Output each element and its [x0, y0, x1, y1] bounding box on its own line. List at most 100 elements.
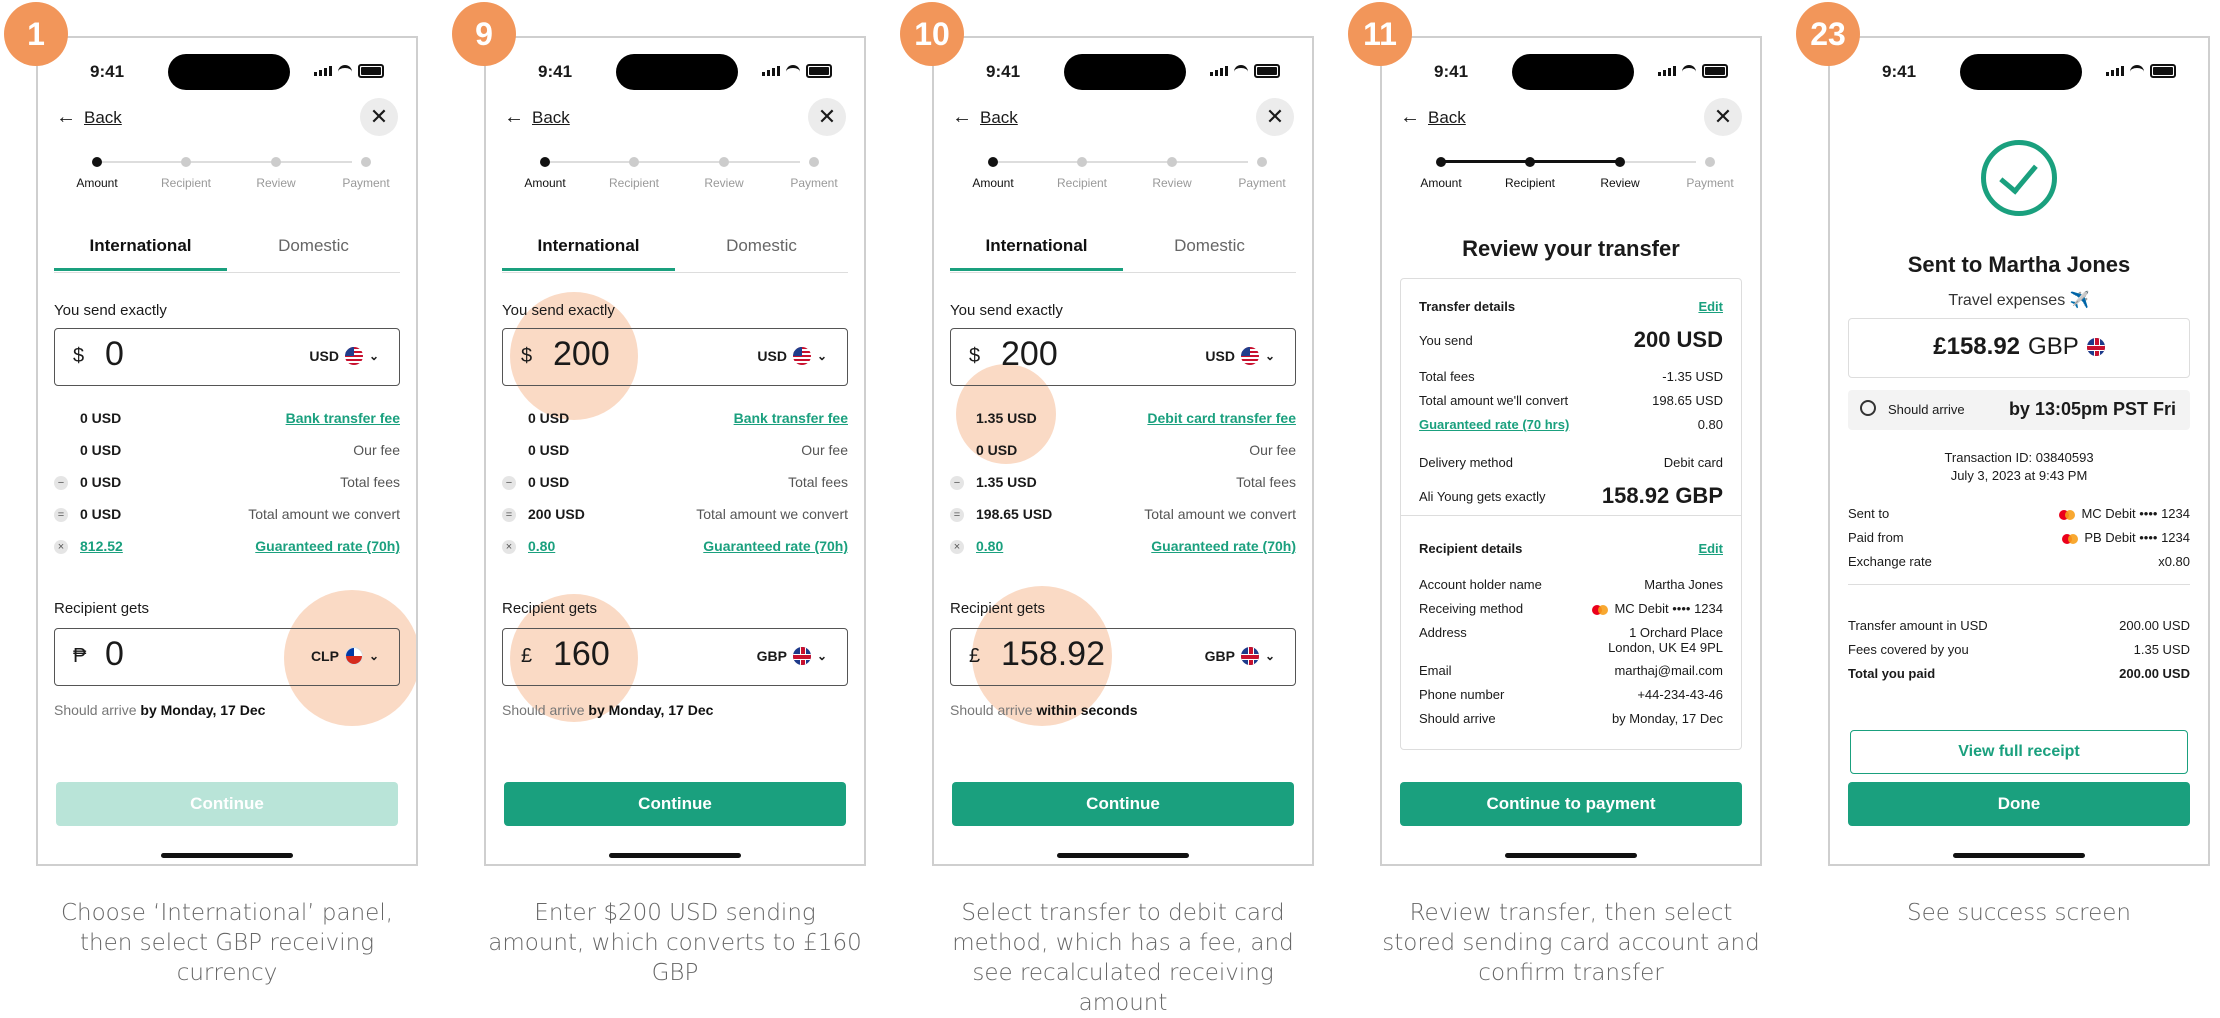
receive-amount-value[interactable]: 158.92: [1001, 635, 1105, 674]
rate-value[interactable]: 0.80: [528, 538, 555, 554]
progress-dot: [1436, 157, 1446, 167]
receive-amount-field[interactable]: £160 GBP ⌄: [502, 628, 848, 686]
status-time: 9:41: [90, 62, 125, 81]
progress-dot: [1705, 157, 1715, 167]
tab-international[interactable]: International: [502, 236, 675, 271]
send-currency-select[interactable]: USD ⌄: [757, 347, 827, 365]
continue-button[interactable]: Continue: [952, 782, 1294, 826]
fee-method-dropdown[interactable]: Debit card transfer fee: [1147, 410, 1296, 426]
close-button[interactable]: ✕: [808, 98, 846, 136]
recipient-details-header-key: Recipient details: [1419, 541, 1523, 556]
fee-row-our-fee: 0 USD Our fee: [502, 442, 848, 464]
send-amount-value[interactable]: 0: [105, 335, 124, 374]
continue-to-payment-button[interactable]: Continue to payment: [1400, 782, 1742, 826]
receive-currency-select[interactable]: GBP ⌄: [1205, 647, 1275, 665]
rate-value[interactable]: 0.80: [976, 538, 1003, 554]
fee-row-total-convert: = 198.65 USD Total amount we convert: [950, 506, 1296, 528]
continue-button[interactable]: Continue: [56, 782, 398, 826]
rate-value[interactable]: 812.52: [80, 538, 123, 554]
home-indicator: [1953, 853, 2085, 858]
send-amount-field[interactable]: $200 USD ⌄: [950, 328, 1296, 386]
progress-dot: [1615, 157, 1625, 167]
should-arrive-text: Should arrive within seconds: [950, 702, 1138, 718]
signal-icon: [762, 66, 780, 76]
rate-label[interactable]: Guaranteed rate (70h): [255, 538, 400, 554]
tab-domestic[interactable]: Domestic: [675, 236, 848, 256]
receive-amount-value[interactable]: 160: [553, 635, 610, 674]
status-bar: 9:41: [1382, 50, 1760, 90]
tab-international[interactable]: International: [54, 236, 227, 271]
send-amount-field[interactable]: $200 USD ⌄: [502, 328, 848, 386]
send-amount-value[interactable]: 200: [1001, 335, 1058, 374]
progress-label-recipient: Recipient: [608, 176, 660, 190]
back-button[interactable]: ← Back: [56, 106, 122, 129]
progress-label-review: Review: [256, 176, 296, 190]
send-currency-select[interactable]: USD ⌄: [309, 347, 379, 365]
transfer-type-tabs: International Domestic: [950, 236, 1296, 273]
recipient-details-header-value[interactable]: Edit: [1698, 541, 1723, 556]
arrow-left-icon: ←: [952, 106, 972, 128]
close-button[interactable]: ✕: [1704, 98, 1742, 136]
nav-bar: ← Back ✕: [504, 98, 846, 138]
signal-icon: [1210, 66, 1228, 76]
detail-row-value: 158.92 GBP: [1602, 483, 1723, 509]
step-badge: 10: [900, 2, 964, 66]
receive-currency-select[interactable]: CLP ⌄: [311, 647, 379, 665]
detail-row-text: 0.80: [1697, 417, 1723, 432]
home-indicator: [161, 853, 293, 858]
tab-international[interactable]: International: [950, 236, 1123, 271]
fee-method-dropdown[interactable]: Bank transfer fee: [286, 410, 400, 426]
rate-label[interactable]: Guaranteed rate (70h): [1151, 538, 1296, 554]
back-button[interactable]: ← Back: [504, 106, 570, 129]
battery-icon: [2150, 64, 2176, 78]
receive-amount-field[interactable]: £158.92 GBP ⌄: [950, 628, 1296, 686]
close-button[interactable]: ✕: [360, 98, 398, 136]
send-currency-select[interactable]: USD ⌄: [1205, 347, 1275, 365]
progress-label-payment: Payment: [1238, 176, 1286, 190]
tab-domestic[interactable]: Domestic: [1123, 236, 1296, 256]
status-icons: [2106, 64, 2176, 78]
send-amount-value[interactable]: 200: [553, 335, 610, 374]
recipient-row-key: Email: [1419, 663, 1452, 678]
should-arrive-value: by Monday, 17 Dec: [588, 702, 714, 718]
receive-currency-code: GBP: [756, 648, 787, 664]
summary-row-value: 1.35 USD: [2134, 642, 2190, 657]
view-receipt-button[interactable]: View full receipt: [1850, 730, 2188, 774]
fee-row-our-fee: 0 USD Our fee: [950, 442, 1296, 464]
back-label: Back: [532, 107, 570, 127]
you-send-label: You send exactly: [54, 302, 167, 319]
continue-button[interactable]: Continue: [504, 782, 846, 826]
fee-row-total-convert: = 0 USD Total amount we convert: [54, 506, 400, 528]
detail-row-key: Delivery method: [1419, 455, 1513, 470]
back-button[interactable]: ← Back: [1400, 106, 1466, 129]
send-amount-field[interactable]: $0 USD ⌄: [54, 328, 400, 386]
receive-currency-select[interactable]: GBP ⌄: [757, 647, 827, 665]
dynamic-island: [616, 54, 738, 90]
fee-method-dropdown[interactable]: Bank transfer fee: [734, 410, 848, 426]
our-fee-label: Our fee: [1249, 442, 1296, 458]
wifi-icon: [338, 64, 352, 78]
wifi-icon: [1682, 64, 1696, 78]
back-button[interactable]: ← Back: [952, 106, 1018, 129]
progress-track: [993, 161, 1248, 163]
transfer-details-header-value[interactable]: Edit: [1698, 299, 1723, 314]
total-convert-label: Total amount we convert: [248, 506, 400, 522]
battery-icon: [358, 64, 384, 78]
transaction-id: Transaction ID: 03840593: [1944, 450, 2094, 465]
you-send-label: You send exactly: [950, 302, 1063, 319]
summary-row-value: 200.00 USD: [2119, 618, 2190, 633]
tab-domestic[interactable]: Domestic: [227, 236, 400, 256]
phone-screen: 9:41 ← Back ✕ Amount Recipient Review Payment In…: [932, 36, 1314, 866]
receive-amount-field[interactable]: ₱ 0 CLP ⌄: [54, 628, 400, 686]
rate-label[interactable]: Guaranteed rate (70h): [703, 538, 848, 554]
detail-row-key: You send: [1419, 333, 1473, 348]
dynamic-island: [168, 54, 290, 90]
detail-row-key[interactable]: Guaranteed rate (70 hrs): [1419, 417, 1569, 432]
dynamic-island: [1960, 54, 2082, 90]
close-button[interactable]: ✕: [1256, 98, 1294, 136]
total-fees-label: Total fees: [788, 474, 848, 490]
status-time: 9:41: [1434, 62, 1469, 81]
receive-amount-value[interactable]: 0: [105, 635, 124, 674]
done-button[interactable]: Done: [1848, 782, 2190, 826]
total-convert-label: Total amount we convert: [1144, 506, 1296, 522]
